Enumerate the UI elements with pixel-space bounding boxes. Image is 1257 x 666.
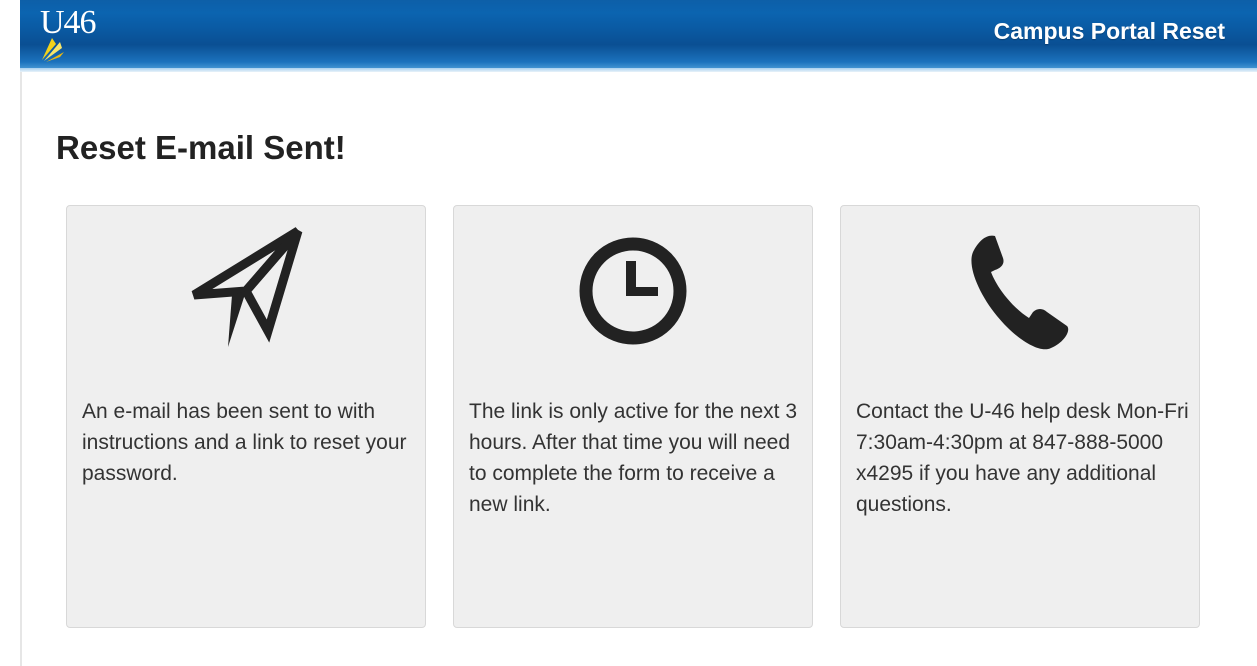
paper-plane-icon — [67, 226, 425, 356]
page: U46 Campus Portal Reset Reset E-mail Sen… — [0, 0, 1257, 666]
email-sent-card: An e-mail has been sent to with instruct… — [66, 205, 426, 628]
logo-leaf-icon — [42, 38, 64, 62]
link-expiry-card: The link is only active for the next 3 h… — [453, 205, 813, 628]
header-banner: U46 Campus Portal Reset — [20, 0, 1257, 72]
phone-icon — [841, 226, 1199, 356]
help-desk-text: Contact the U-46 help desk Mon-Fri 7:30a… — [856, 400, 1189, 516]
u46-logo[interactable]: U46 — [30, 2, 140, 64]
help-desk-card: Contact the U-46 help desk Mon-Fri 7:30a… — [840, 205, 1200, 628]
clock-icon — [454, 226, 812, 356]
email-sent-text: An e-mail has been sent to with instruct… — [82, 400, 407, 485]
link-expiry-text: The link is only active for the next 3 h… — [469, 400, 797, 516]
page-title: Reset E-mail Sent! — [56, 129, 346, 166]
left-divider — [20, 72, 22, 666]
portal-title: Campus Portal Reset — [993, 18, 1225, 44]
